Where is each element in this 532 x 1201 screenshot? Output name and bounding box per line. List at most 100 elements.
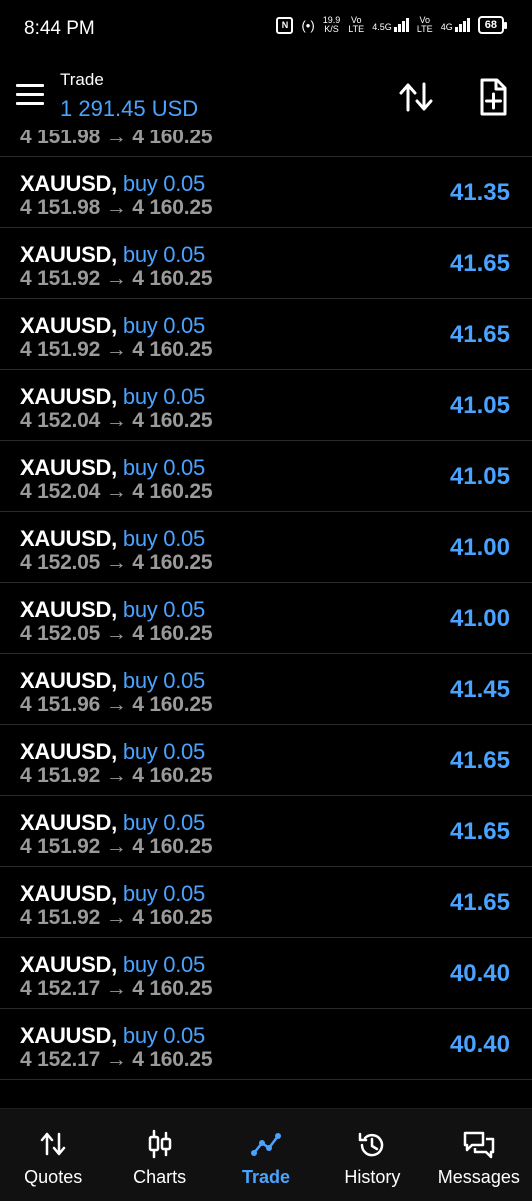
position-prices: 4 151.98 → 4 160.25	[20, 130, 213, 148]
symbol-name: XAUUSD,	[20, 313, 117, 338]
position-symbol: XAUUSD, buy 0.05	[20, 313, 205, 339]
position-row[interactable]: XAUUSD, buy 0.05 4 151.92 → 4 160.25 41.65	[0, 725, 532, 796]
position-row[interactable]: XAUUSD, buy 0.05 4 151.92 → 4 160.25 41.65	[0, 299, 532, 370]
position-row[interactable]: XAUUSD,buy 0.054 151.98 → 4 160.2541.35	[0, 130, 532, 157]
symbol-name: XAUUSD,	[20, 668, 117, 693]
hotspot-icon: (•)	[301, 17, 315, 33]
position-side-volume: buy 0.05	[122, 313, 205, 338]
position-row[interactable]: XAUUSD, buy 0.05 4 152.05 → 4 160.25 41.00	[0, 512, 532, 583]
position-profit: 41.35	[449, 179, 510, 206]
tab-trade[interactable]: Trade	[213, 1109, 319, 1201]
position-prices: 4 151.96 → 4 160.25	[20, 693, 213, 716]
symbol-name: XAUUSD,	[20, 1023, 117, 1048]
position-row[interactable]: XAUUSD, buy 0.05 4 151.96 → 4 160.25 41.45	[0, 654, 532, 725]
position-prices: 4 152.17 → 4 160.25	[20, 977, 213, 1000]
new-order-button[interactable]	[472, 76, 514, 118]
position-side-volume: buy 0.05	[122, 171, 205, 196]
symbol-name: XAUUSD,	[20, 455, 117, 480]
position-symbol: XAUUSD, buy 0.05	[20, 1023, 205, 1049]
position-profit: 41.35	[450, 130, 510, 136]
position-prices: 4 152.04 → 4 160.25	[20, 409, 213, 432]
position-profit: 41.65	[449, 889, 510, 916]
position-symbol: XAUUSD, buy 0.05	[20, 952, 205, 978]
symbol-name: XAUUSD,	[20, 526, 117, 551]
position-row[interactable]: XAUUSD, buy 0.05 4 151.92 → 4 160.25 41.65	[0, 228, 532, 299]
position-symbol: XAUUSD, buy 0.05	[20, 881, 205, 907]
position-side-volume: buy 0.05	[122, 952, 205, 977]
position-profit: 41.45	[449, 676, 510, 703]
tab-label: Trade	[242, 1167, 291, 1187]
status-time: 8:44 PM	[24, 18, 95, 39]
position-side-volume: buy 0.05	[122, 1023, 205, 1048]
sort-icon	[399, 82, 433, 112]
position-prices: 4 151.92 → 4 160.25	[20, 906, 213, 929]
symbol-name: XAUUSD,	[20, 384, 117, 409]
signal-bars-icon	[393, 18, 409, 32]
symbol-name: XAUUSD,	[20, 952, 117, 977]
symbol-name: XAUUSD,	[20, 242, 117, 267]
bottom-tab-bar: Quotes Charts Trade History Messages	[0, 1108, 532, 1201]
position-side-volume: buy 0.05	[122, 526, 205, 551]
sort-button[interactable]	[396, 76, 438, 118]
position-prices: 4 151.92 → 4 160.25	[20, 267, 213, 290]
position-profit: 41.65	[449, 818, 510, 845]
position-prices: 4 152.05 → 4 160.25	[20, 551, 213, 574]
symbol-name: XAUUSD,	[20, 171, 117, 196]
signal-bars-icon	[454, 18, 470, 32]
account-balance: 1 291.45 USD	[60, 96, 199, 121]
position-side-volume: buy 0.05	[122, 242, 205, 267]
nfc-icon: N	[276, 16, 294, 34]
battery-icon: 68	[477, 16, 508, 34]
positions-list[interactable]: XAUUSD,buy 0.054 151.98 → 4 160.2541.35X…	[0, 130, 532, 1108]
position-row[interactable]: XAUUSD, buy 0.05 4 152.17 → 4 160.25 40.40	[0, 938, 532, 1009]
new-document-icon	[480, 78, 507, 116]
position-side-volume: buy 0.05	[122, 668, 205, 693]
history-icon	[359, 1132, 384, 1157]
position-row[interactable]: XAUUSD, buy 0.05 4 151.92 → 4 160.25 41.65	[0, 867, 532, 938]
tab-label: Charts	[133, 1167, 187, 1187]
net-speed: 19.9 K/S	[323, 16, 341, 34]
position-prices: 4 152.17 → 4 160.25	[20, 1048, 213, 1071]
position-row[interactable]: XAUUSD, buy 0.05 4 152.04 → 4 160.25 41.05	[0, 441, 532, 512]
position-row[interactable]: XAUUSD, buy 0.05 4 151.92 → 4 160.25 41.65	[0, 796, 532, 867]
position-symbol: XAUUSD, buy 0.05	[20, 242, 205, 268]
position-side-volume: buy 0.05	[122, 384, 205, 409]
tab-history[interactable]: History	[319, 1109, 425, 1201]
position-prices: 4 151.92 → 4 160.25	[20, 338, 213, 361]
symbol-name: XAUUSD,	[20, 739, 117, 764]
position-symbol: XAUUSD, buy 0.05	[20, 171, 205, 197]
position-side-volume: buy 0.05	[122, 881, 205, 906]
position-side-volume: buy 0.05	[122, 739, 205, 764]
position-profit: 41.05	[449, 463, 510, 490]
position-side-volume: buy 0.05	[122, 455, 205, 480]
position-prices: 4 151.98 → 4 160.25	[20, 196, 213, 219]
position-row[interactable]: XAUUSD, buy 0.05 4 152.17 → 4 160.25 40.40	[0, 1009, 532, 1080]
position-symbol: XAUUSD, buy 0.05	[20, 739, 205, 765]
status-bar: 8:44 PM N (•) 19.9 K/S Vo LTE 4.5G Vo LT…	[0, 0, 532, 58]
position-profit: 40.40	[449, 960, 510, 987]
position-row[interactable]: XAUUSD,buy 0.054 151.98 → 4 160.25 41.35	[0, 157, 532, 228]
sim2-volte: Vo LTE	[416, 15, 433, 34]
position-row[interactable]: XAUUSD, buy 0.05 4 152.05 → 4 160.25 41.00	[0, 583, 532, 654]
position-prices: 4 152.05 → 4 160.25	[20, 622, 213, 645]
tab-charts[interactable]: Charts	[106, 1109, 212, 1201]
symbol-name: XAUUSD,	[20, 810, 117, 835]
position-row[interactable]: XAUUSD, buy 0.05 4 152.04 → 4 160.25 41.05	[0, 370, 532, 441]
position-prices: 4 151.92 → 4 160.25	[20, 835, 213, 858]
trade-icon	[251, 1133, 282, 1156]
position-profit: 40.40	[449, 1031, 510, 1058]
net-speed-unit: K/S	[324, 24, 339, 34]
position-symbol: XAUUSD, buy 0.05	[20, 384, 205, 410]
positions-list-inner: XAUUSD,buy 0.054 151.98 → 4 160.2541.35X…	[0, 130, 532, 1080]
tab-messages[interactable]: Messages	[426, 1109, 532, 1201]
position-prices: 4 152.04 → 4 160.25	[20, 480, 213, 503]
quotes-icon	[40, 1132, 66, 1156]
position-symbol: XAUUSD, buy 0.05	[20, 597, 205, 623]
messages-icon	[463, 1131, 495, 1159]
position-side-volume: buy 0.05	[122, 810, 205, 835]
menu-icon[interactable]	[16, 84, 44, 106]
tab-quotes[interactable]: Quotes	[0, 1109, 106, 1201]
position-profit: 41.00	[449, 534, 510, 561]
position-symbol: XAUUSD, buy 0.05	[20, 810, 205, 836]
position-symbol: XAUUSD, buy 0.05	[20, 455, 205, 481]
